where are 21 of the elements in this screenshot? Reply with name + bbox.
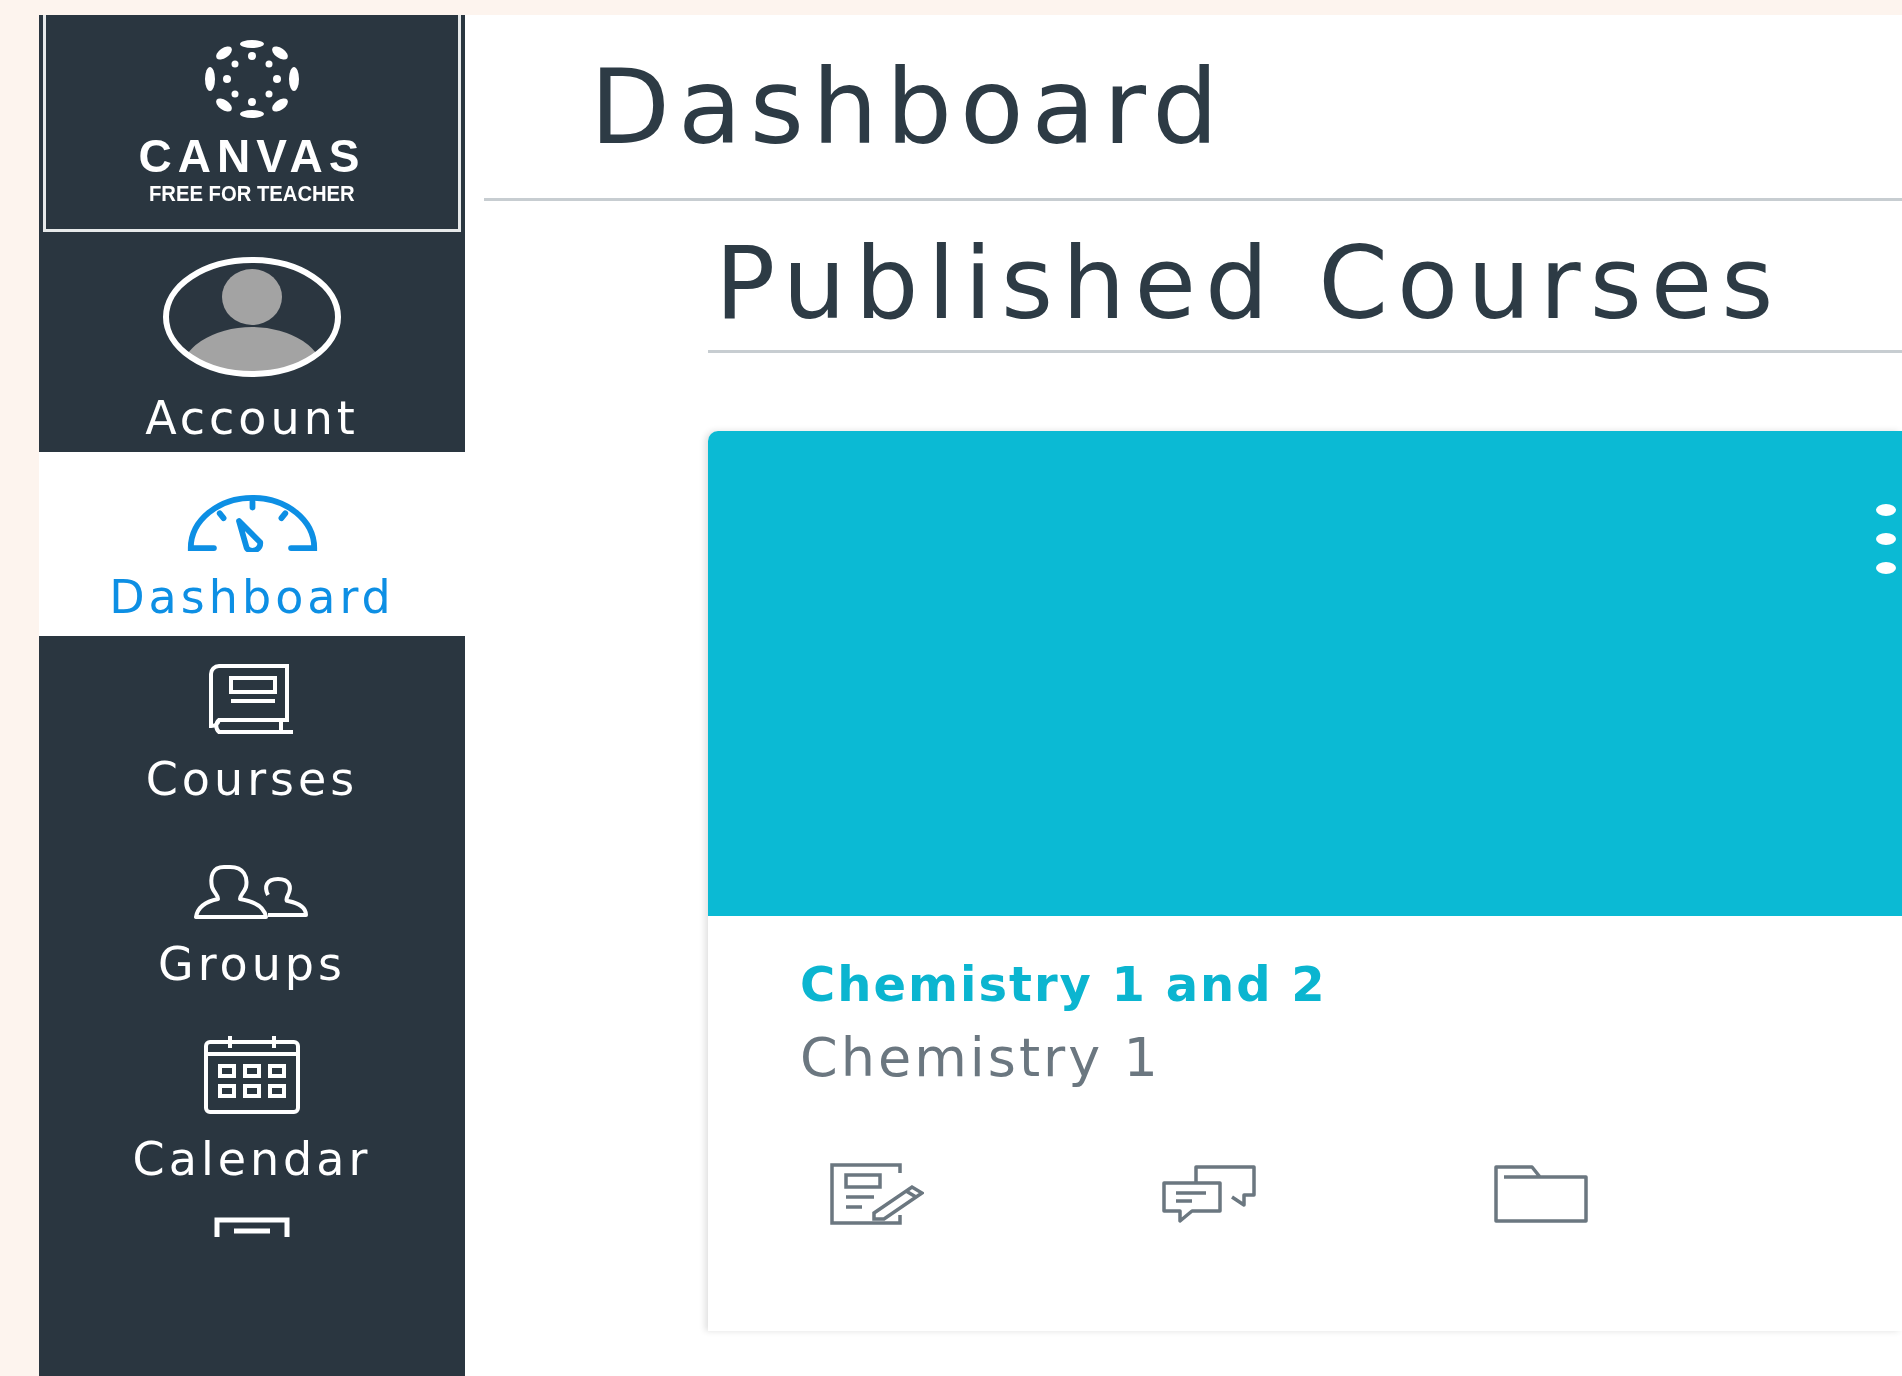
more-options-icon[interactable] (1876, 503, 1896, 576)
nav-item[interactable]: Courses (39, 636, 465, 838)
logo-panel[interactable]: CANVAS FREE FOR TEACHER (43, 15, 461, 233)
folder-icon[interactable] (1494, 1162, 1588, 1225)
calendar-icon (204, 1034, 300, 1115)
assignment-icon[interactable] (830, 1162, 924, 1225)
page-title: Dashboard (484, 15, 1902, 202)
document-icon (214, 1217, 290, 1238)
course-card[interactable]: Chemistry 1 and 2 Chemistry 1 (708, 431, 1902, 1332)
section-title: Published Courses (708, 201, 1902, 354)
book-icon (209, 664, 295, 735)
nav-item[interactable]: Groups (39, 837, 465, 1005)
people-icon (194, 865, 310, 920)
nav-item[interactable]: Calendar (39, 1004, 465, 1194)
logo-wordmark: CANVAS (138, 133, 366, 179)
course-subtitle: Chemistry 1 (800, 1025, 1161, 1091)
logo-tagline: FREE FOR TEACHER (149, 183, 355, 205)
canvas-logo-icon (202, 39, 302, 119)
speech-bubbles-icon[interactable] (1162, 1162, 1256, 1225)
account-nav-item[interactable]: Account (39, 232, 465, 452)
avatar-icon (162, 257, 342, 378)
